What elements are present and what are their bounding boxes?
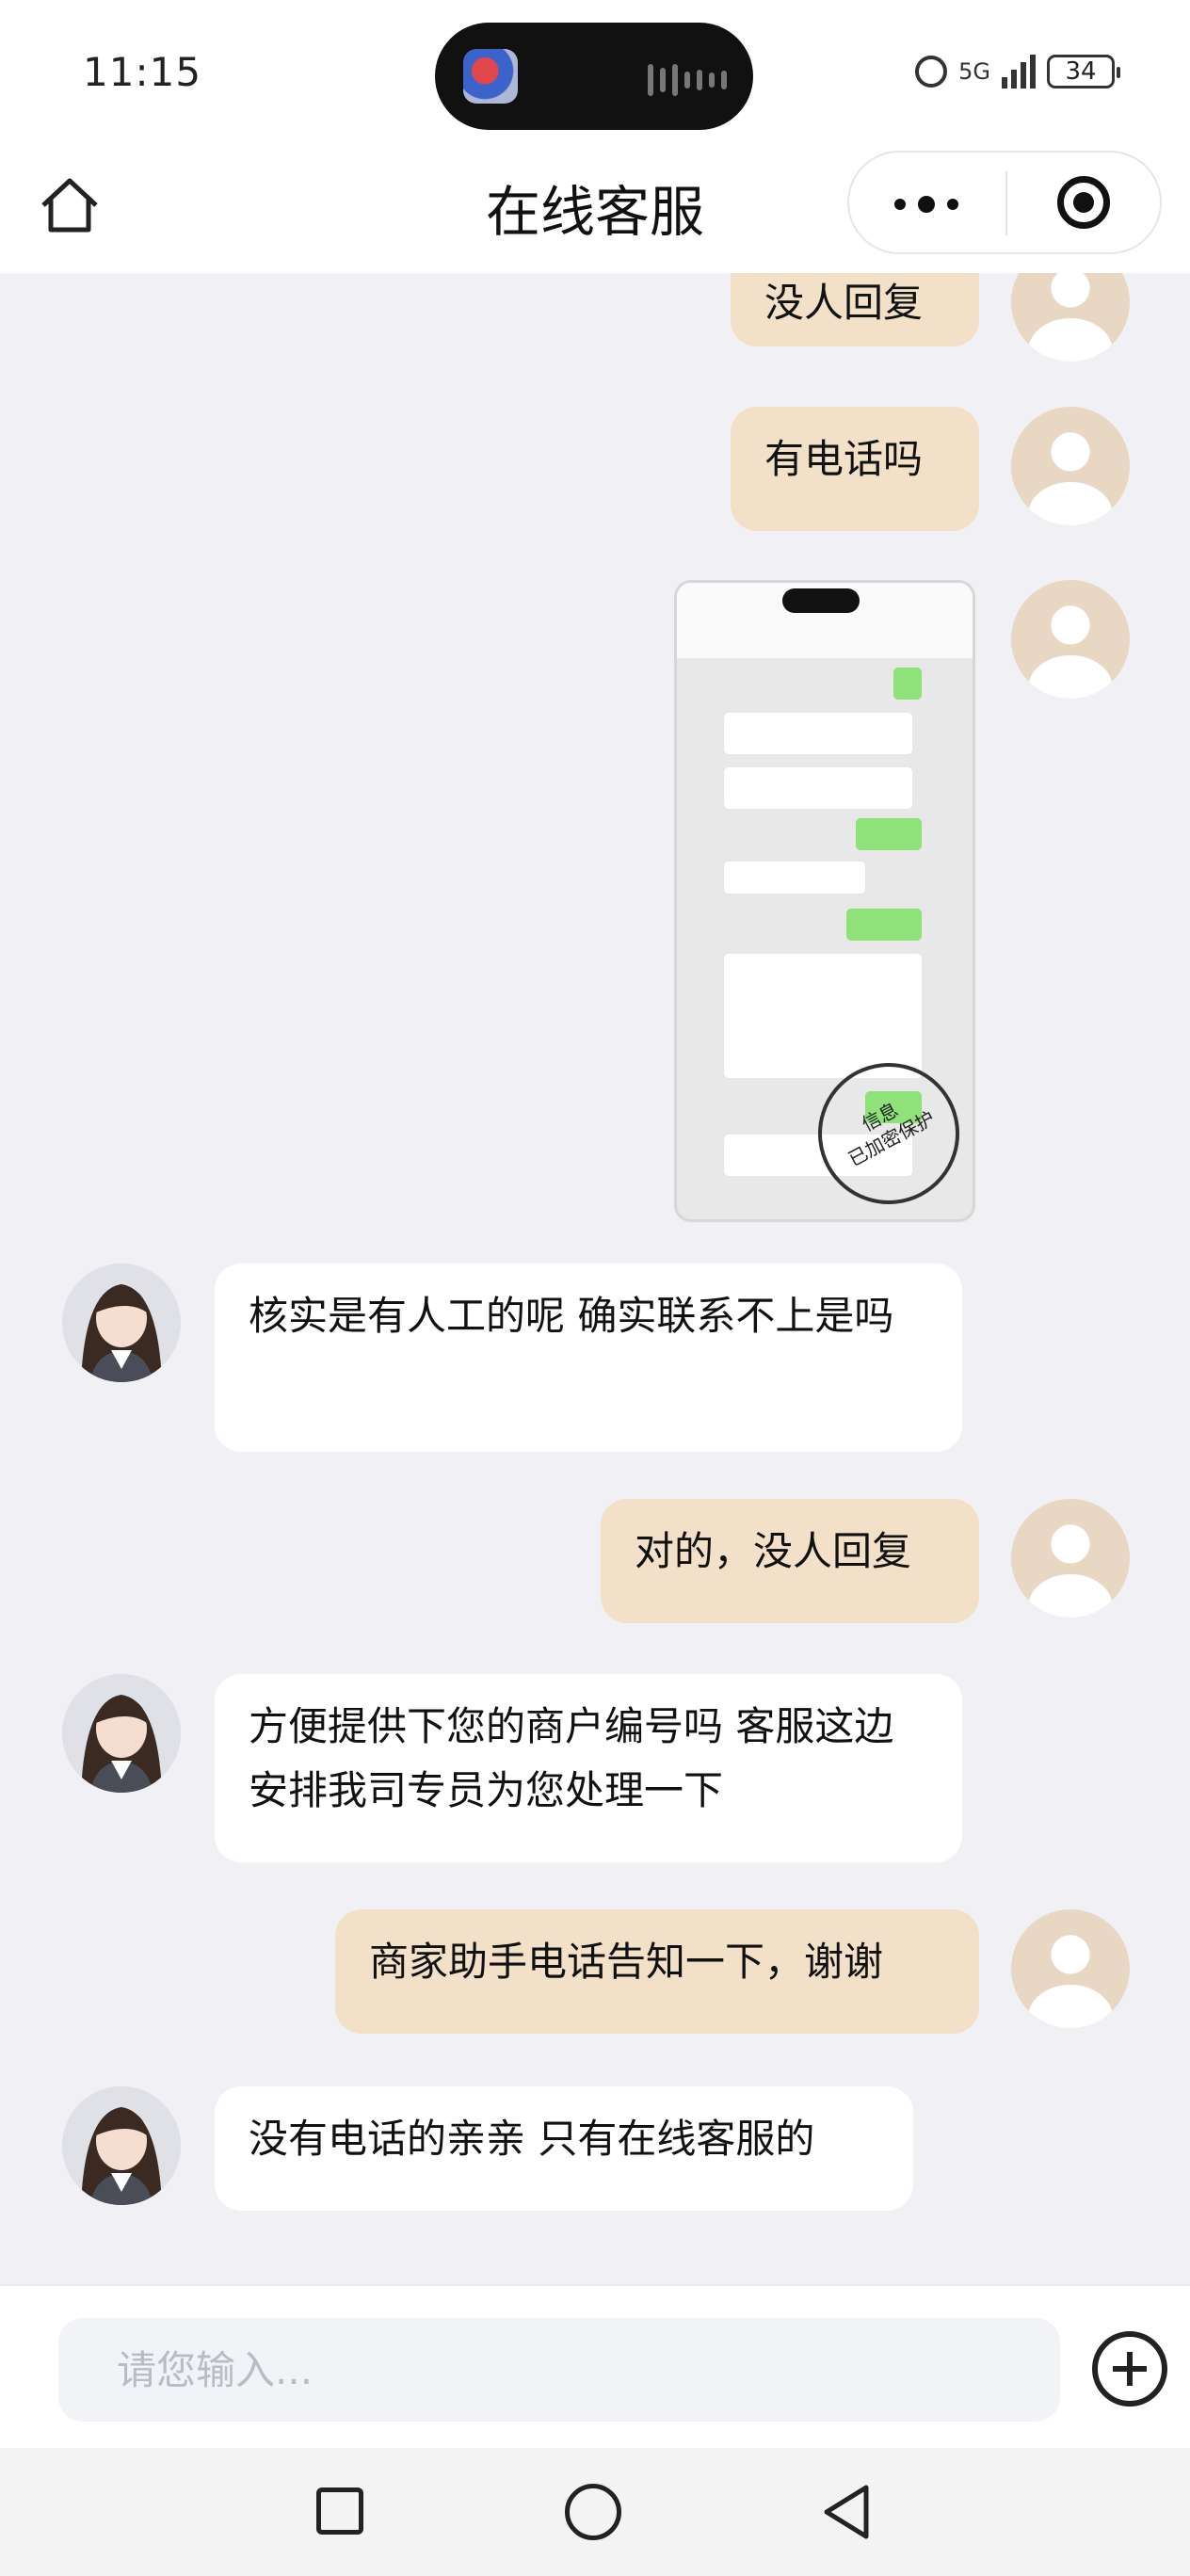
agent-avatar-icon xyxy=(62,1674,181,1793)
alarm-icon xyxy=(915,56,948,88)
signal-icon xyxy=(1002,55,1036,89)
message-input[interactable] xyxy=(58,2318,1060,2422)
user-avatar[interactable] xyxy=(1011,1909,1130,2028)
agent-avatar-icon xyxy=(62,1264,181,1382)
recent-apps-button[interactable] xyxy=(316,2487,363,2535)
message-bubble-outgoing: 对的，没人回复 xyxy=(601,1499,979,1623)
system-nav-bar xyxy=(0,2448,1190,2576)
miniapp-capsule xyxy=(847,151,1162,254)
message-bubble-outgoing: 商家助手电话告知一下，谢谢 xyxy=(335,1909,979,2034)
back-triangle-icon xyxy=(824,2485,869,2539)
audio-wave-icon xyxy=(648,64,727,96)
agent-avatar[interactable] xyxy=(62,1674,181,1793)
dynamic-island xyxy=(435,23,753,130)
user-avatar[interactable] xyxy=(1011,407,1130,525)
screenshot-image-message[interactable]: 信息 已加密保护 xyxy=(674,580,975,1222)
system-icons: 5G 34 xyxy=(915,55,1120,89)
message-bubble-outgoing: 有电话吗 xyxy=(731,407,979,531)
message-bubble-incoming: 方便提供下您的商户编号吗 客服这边安排我司专员为您处理一下 xyxy=(215,1674,962,1862)
composer-bar xyxy=(0,2284,1190,2450)
status-time: 11:15 xyxy=(83,49,202,95)
agent-avatar[interactable] xyxy=(62,1264,181,1382)
chat-list[interactable]: 没人回复 有电话吗 信息 已加密保护 核实是有人工的呢 确实联系不上是吗 对的，没… xyxy=(0,273,1190,2284)
message-bubble-incoming: 没有电话的亲亲 只有在线客服的 xyxy=(215,2086,913,2211)
more-button[interactable] xyxy=(849,153,1005,252)
message-bubble-outgoing: 没人回复 xyxy=(731,273,979,346)
more-dots-icon xyxy=(894,199,906,210)
user-avatar[interactable] xyxy=(1011,580,1130,699)
status-bar: 11:15 5G 34 xyxy=(0,0,1190,151)
app-activity-icon xyxy=(463,49,518,104)
close-miniapp-button[interactable] xyxy=(1007,153,1160,252)
network-type: 5G xyxy=(958,58,990,85)
agent-avatar[interactable] xyxy=(62,2086,181,2205)
add-attachment-button[interactable] xyxy=(1092,2331,1167,2407)
battery-icon: 34 xyxy=(1047,55,1120,89)
back-button[interactable] xyxy=(819,2482,876,2542)
user-avatar[interactable] xyxy=(1011,273,1130,362)
agent-avatar-icon xyxy=(62,2086,181,2205)
home-nav-button[interactable] xyxy=(565,2484,621,2540)
message-bubble-incoming: 核实是有人工的呢 确实联系不上是吗 xyxy=(215,1264,962,1452)
nav-bar: 在线客服 xyxy=(0,151,1190,273)
user-avatar[interactable] xyxy=(1011,1499,1130,1618)
